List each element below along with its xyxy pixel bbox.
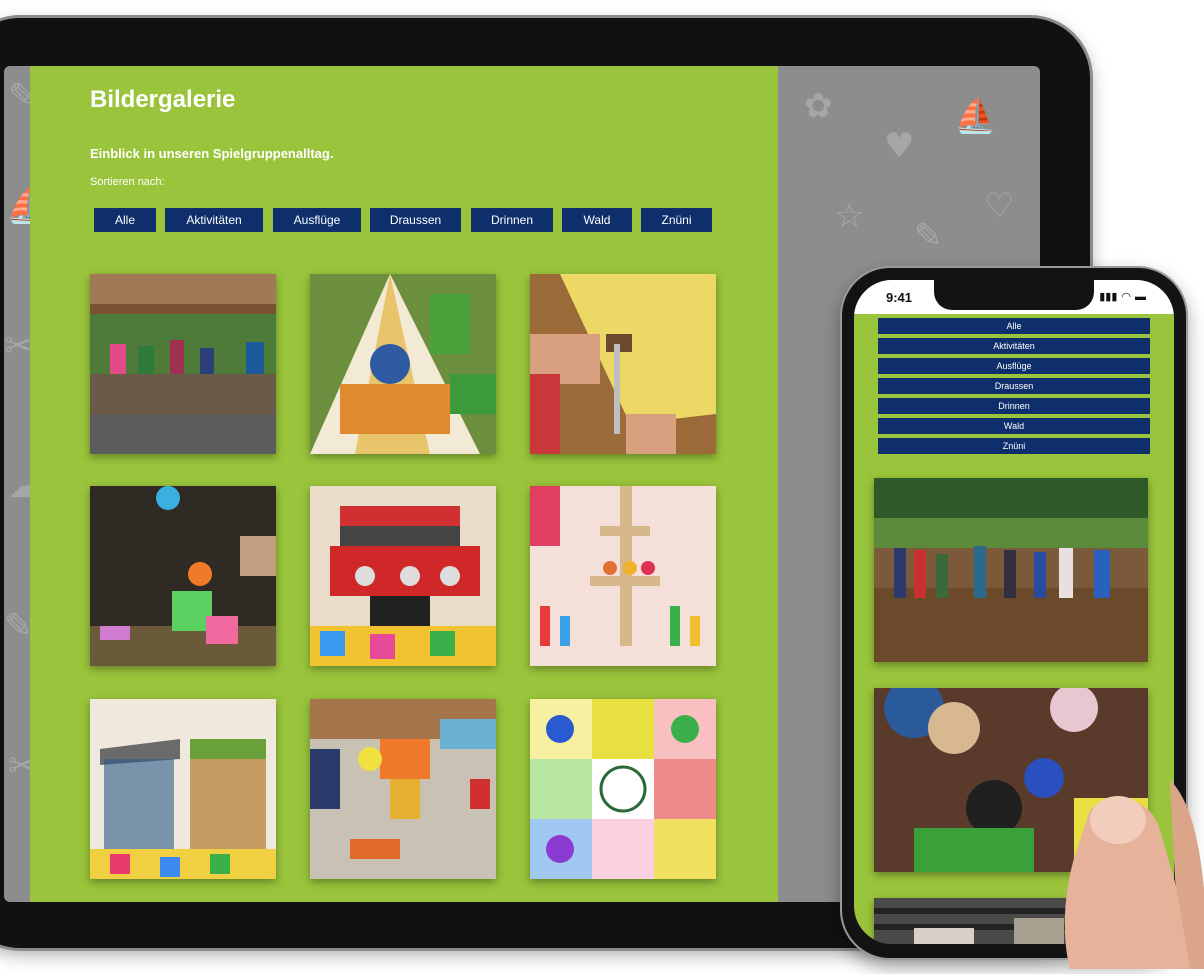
gallery-image-play-market[interactable] bbox=[90, 699, 276, 879]
gallery-page: Bildergalerie Einblick in unseren Spielg… bbox=[30, 66, 778, 902]
status-time: 9:41 bbox=[886, 290, 913, 305]
filter-button-alle[interactable]: Alle bbox=[94, 208, 156, 232]
filter-button-drinnen[interactable]: Drinnen bbox=[471, 208, 553, 232]
gallery-image-stacking-toys[interactable] bbox=[530, 486, 716, 666]
background-doodle-icon: ✂ bbox=[4, 326, 33, 366]
status-icons: ▮▮▮ ◠ ▬ bbox=[1099, 290, 1146, 304]
gallery-image-teepee[interactable] bbox=[310, 274, 496, 454]
page-title: Bildergalerie bbox=[90, 86, 236, 113]
phone-filter-list: Alle Aktivitäten Ausflüge Draussen Drinn… bbox=[878, 318, 1150, 458]
signal-icon: ▮▮▮ bbox=[1099, 291, 1118, 303]
wifi-icon: ◠ bbox=[1121, 291, 1131, 303]
background-doodle-icon: ♥ bbox=[884, 126, 915, 166]
filter-button-ausfluege[interactable]: Ausflüge bbox=[273, 208, 361, 232]
background-doodle-icon: ☆ bbox=[834, 196, 865, 236]
background-doodle-icon: ✎ bbox=[914, 216, 943, 256]
phone-filter-button-draussen[interactable]: Draussen bbox=[878, 378, 1150, 394]
gallery-image-handprint-quilt[interactable] bbox=[530, 699, 716, 879]
gallery-image-cutting[interactable] bbox=[530, 274, 716, 454]
phone-filter-button-aktivitaeten[interactable]: Aktivitäten bbox=[878, 338, 1150, 354]
phone-filter-button-wald[interactable]: Wald bbox=[878, 418, 1150, 434]
gallery-image-playroom[interactable] bbox=[310, 699, 496, 879]
phone-filter-button-ausfluege[interactable]: Ausflüge bbox=[878, 358, 1150, 374]
filter-button-aktivitaeten[interactable]: Aktivitäten bbox=[165, 208, 263, 232]
background-doodle-icon: ♡ bbox=[984, 186, 1015, 226]
sort-label: Sortieren nach: bbox=[90, 176, 165, 188]
hand-image bbox=[1050, 780, 1204, 969]
gallery-image-sandbox[interactable] bbox=[90, 486, 276, 666]
gallery-image-forest-shelter[interactable] bbox=[90, 274, 276, 454]
filter-button-draussen[interactable]: Draussen bbox=[370, 208, 461, 232]
page-subtitle: Einblick in unseren Spielgruppenalltag. bbox=[90, 146, 334, 161]
background-doodle-icon: ⛵ bbox=[954, 96, 997, 136]
phone-notch bbox=[934, 280, 1094, 310]
background-doodle-icon: ✿ bbox=[804, 86, 833, 126]
phone-filter-button-znueni[interactable]: Znüni bbox=[878, 438, 1150, 454]
battery-icon: ▬ bbox=[1135, 290, 1146, 303]
background-doodle-icon: ✎ bbox=[4, 606, 33, 646]
phone-filter-button-drinnen[interactable]: Drinnen bbox=[878, 398, 1150, 414]
phone-filter-button-alle[interactable]: Alle bbox=[878, 318, 1150, 334]
filter-button-znueni[interactable]: Znüni bbox=[641, 208, 712, 232]
gallery-image-toy-grill[interactable] bbox=[310, 486, 496, 666]
filter-button-wald[interactable]: Wald bbox=[562, 208, 632, 232]
phone-gallery-image-forest-clearing[interactable] bbox=[874, 478, 1148, 662]
